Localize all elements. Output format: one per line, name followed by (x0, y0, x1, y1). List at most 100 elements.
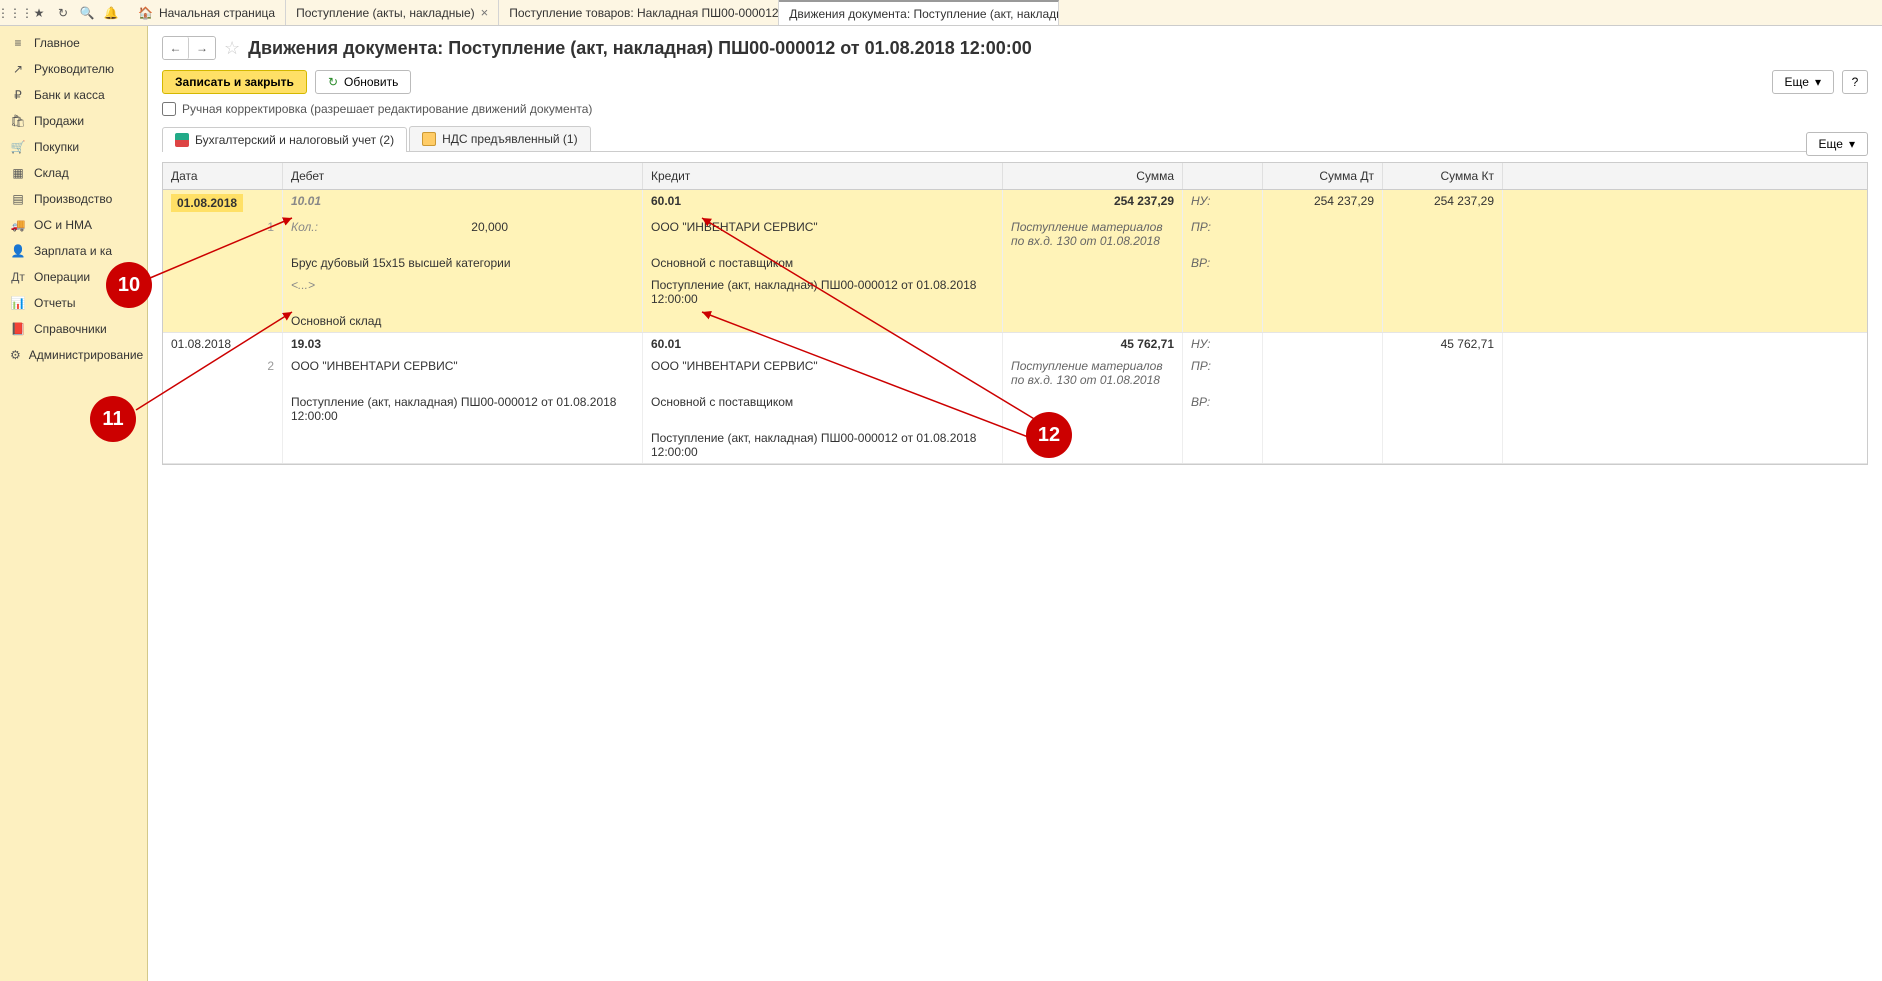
cell-sum-note: Поступление материалов по вх.д. 130 от 0… (1003, 216, 1183, 252)
help-button[interactable]: ? (1842, 70, 1868, 94)
posting-row[interactable]: Поступление (акт, накладная) ПШ00-000012… (163, 427, 1867, 463)
postings-grid: Дата Дебет Кредит Сумма Сумма Дт Сумма К… (162, 162, 1868, 465)
tab-label: Поступление товаров: Накладная ПШ00-0000… (509, 6, 779, 20)
cell-sum-kt: 45 762,71 (1383, 333, 1503, 355)
cell-tag: ПР: (1183, 355, 1263, 391)
tab-vat[interactable]: НДС предъявленный (1) (409, 126, 590, 151)
history-icon[interactable]: ↻ (52, 2, 74, 24)
tab-receipts[interactable]: Поступление (акты, накладные) × (286, 0, 499, 25)
book-icon: 📕 (10, 322, 26, 336)
apps-icon[interactable]: ⋮⋮⋮ (4, 2, 26, 24)
cell-tag: НУ: (1183, 333, 1263, 355)
tab-label: Начальная страница (159, 6, 275, 20)
more-button[interactable]: Еще ▾ (1772, 70, 1834, 94)
window-tabs: 🏠 Начальная страница Поступление (акты, … (128, 0, 1059, 25)
save-close-button[interactable]: Записать и закрыть (162, 70, 307, 94)
close-icon[interactable]: × (481, 5, 489, 20)
bell-icon[interactable]: 🔔 (100, 2, 122, 24)
cell-credit-line: Поступление (акт, накладная) ПШ00-000012… (643, 427, 1003, 463)
grid-more-button[interactable]: Еще ▾ (1806, 132, 1868, 156)
posting-row[interactable]: Брус дубовый 15х15 высшей категории Осно… (163, 252, 1867, 274)
posting-row[interactable]: <...> Поступление (акт, накладная) ПШ00-… (163, 274, 1867, 310)
sidebar-item-production[interactable]: ▤Производство (0, 186, 147, 212)
cell-sum: 45 762,71 (1003, 333, 1183, 355)
posting-row[interactable]: Основной склад (163, 310, 1867, 332)
qty-value: 20,000 (471, 220, 508, 234)
bag-icon: 🛍 (10, 114, 26, 128)
cell-tag: НУ: (1183, 190, 1263, 216)
posting-row[interactable]: 01.08.2018 10.01 60.01 254 237,29 НУ: 25… (163, 190, 1867, 216)
sidebar-item-label: Склад (34, 166, 69, 180)
tab-invoice[interactable]: Поступление товаров: Накладная ПШ00-0000… (499, 0, 779, 25)
posting-row[interactable]: 2 ООО "ИНВЕНТАРИ СЕРВИС" ООО "ИНВЕНТАРИ … (163, 355, 1867, 391)
col-sum-kt: Сумма Кт (1383, 163, 1503, 189)
grid-header: Дата Дебет Кредит Сумма Сумма Дт Сумма К… (163, 163, 1867, 190)
cell-debit-line: Поступление (акт, накладная) ПШ00-000012… (283, 391, 643, 427)
sidebar-item-label: Продажи (34, 114, 84, 128)
sidebar-item-label: Администрирование (29, 348, 143, 362)
tab-accounting[interactable]: Бухгалтерский и налоговый учет (2) (162, 127, 407, 152)
posting-row[interactable]: 1 Кол.: 20,000 ООО "ИНВЕНТАРИ СЕРВИС" По… (163, 216, 1867, 252)
blocks-icon: ▤ (10, 192, 26, 206)
cell-rownum: 2 (163, 355, 283, 391)
tab-label: Поступление (акты, накладные) (296, 6, 475, 20)
cell-credit-acc: 60.01 (643, 333, 1003, 355)
manual-edit-row: Ручная корректировка (разрешает редактир… (162, 102, 1868, 116)
nav-forward-button[interactable]: → (189, 37, 215, 59)
nav-group: ← → (162, 36, 216, 60)
col-sum-dt: Сумма Дт (1263, 163, 1383, 189)
sidebar-item-warehouse[interactable]: ▦Склад (0, 160, 147, 186)
cell-sum-kt: 254 237,29 (1383, 190, 1503, 216)
user-icon: 👤 (10, 244, 26, 258)
subtab-label: Бухгалтерский и налоговый учет (2) (195, 133, 394, 147)
cell-debit-line: Брус дубовый 15х15 высшей категории (283, 252, 643, 274)
truck-icon: 🚚 (10, 218, 26, 232)
sidebar: ≡Главное ↗Руководителю ₽Банк и касса 🛍 Пр… (0, 26, 148, 981)
page-header: ← → ☆ Движения документа: Поступление (а… (162, 36, 1868, 60)
search-icon[interactable]: 🔍 (76, 2, 98, 24)
tab-label: Движения документа: Поступление (акт, на… (789, 7, 1059, 21)
cart-icon: 🛒 (10, 140, 26, 154)
refresh-button[interactable]: ↻Обновить (315, 70, 411, 94)
posting-group: 01.08.2018 19.03 60.01 45 762,71 НУ: 45 … (163, 333, 1867, 464)
home-icon: 🏠 (138, 6, 153, 20)
tab-home[interactable]: 🏠 Начальная страница (128, 0, 286, 25)
sidebar-item-label: ОС и НМА (34, 218, 92, 232)
sidebar-item-sales[interactable]: 🛍 Продажи (0, 108, 147, 134)
cell-debit-line: Основной склад (283, 310, 643, 332)
sidebar-item-purchases[interactable]: 🛒Покупки (0, 134, 147, 160)
posting-row[interactable]: 01.08.2018 19.03 60.01 45 762,71 НУ: 45 … (163, 333, 1867, 355)
sidebar-item-main[interactable]: ≡Главное (0, 30, 147, 56)
sidebar-item-manager[interactable]: ↗Руководителю (0, 56, 147, 82)
sidebar-item-bank[interactable]: ₽Банк и касса (0, 82, 147, 108)
dt-icon: Дт (10, 270, 26, 284)
ruble-icon: ₽ (10, 88, 26, 102)
col-debit: Дебет (283, 163, 643, 189)
nav-back-button[interactable]: ← (163, 37, 189, 59)
nds-icon (422, 132, 436, 146)
star-icon[interactable]: ★ (28, 2, 50, 24)
sidebar-item-catalogs[interactable]: 📕Справочники (0, 316, 147, 342)
favorite-star-icon[interactable]: ☆ (224, 38, 240, 59)
cell-sum-dt: 254 237,29 (1263, 190, 1383, 216)
more-label: Еще (1785, 75, 1809, 89)
sidebar-item-label: Руководителю (34, 62, 114, 76)
bars-icon: 📊 (10, 296, 26, 310)
date-value: 01.08.2018 (171, 194, 243, 212)
toolbar: Записать и закрыть ↻Обновить Еще ▾ ? (162, 70, 1868, 94)
sidebar-item-salary[interactable]: 👤 Зарплата и ка (0, 238, 147, 264)
menu-icon: ≡ (10, 36, 26, 50)
cell-credit-line: Поступление (акт, накладная) ПШ00-000012… (643, 274, 1003, 310)
sidebar-item-label: Зарплата и ка (34, 244, 112, 258)
sidebar-item-admin[interactable]: ⚙Администрирование (0, 342, 147, 368)
posting-row[interactable]: Поступление (акт, накладная) ПШ00-000012… (163, 391, 1867, 427)
refresh-label: Обновить (344, 75, 398, 89)
tab-movements[interactable]: Движения документа: Поступление (акт, на… (779, 0, 1059, 25)
debit-account: 10.01 (291, 194, 381, 208)
manual-edit-checkbox[interactable] (162, 102, 176, 116)
cell-debit-line: ООО "ИНВЕНТАРИ СЕРВИС" (283, 355, 643, 391)
cell-date: 01.08.2018 (163, 190, 283, 216)
cell-credit-line: Основной с поставщиком (643, 391, 1003, 427)
sidebar-item-assets[interactable]: 🚚 ОС и НМА (0, 212, 147, 238)
manual-edit-label: Ручная корректировка (разрешает редактир… (182, 102, 592, 116)
